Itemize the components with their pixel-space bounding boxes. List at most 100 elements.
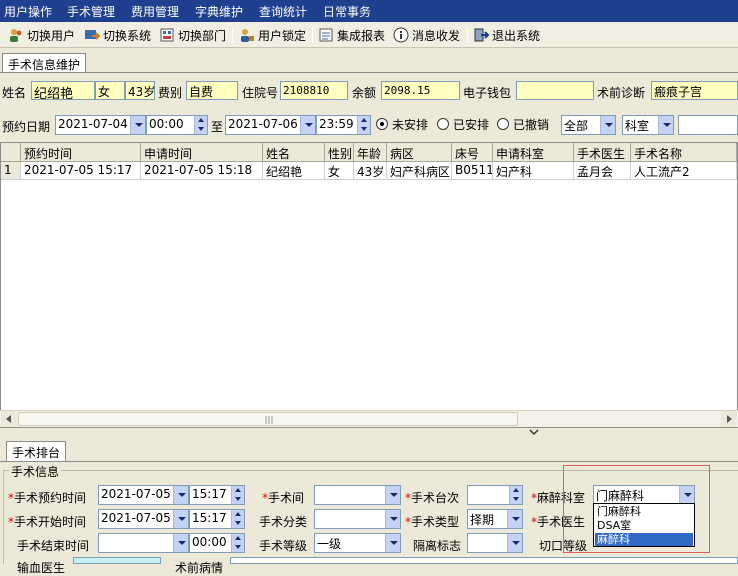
search-input[interactable]: [678, 115, 738, 135]
switch-user-button[interactable]: 切换用户: [8, 25, 75, 45]
chevron-down-icon[interactable]: [130, 116, 145, 134]
column-header[interactable]: 床号: [452, 143, 493, 162]
chevron-down-icon[interactable]: [385, 534, 400, 552]
table-cell: 妇产科: [493, 162, 574, 180]
tab-surgery-scheduling[interactable]: 手术排台: [6, 441, 67, 461]
isolation-select[interactable]: [467, 533, 523, 553]
scope-select[interactable]: 全部: [561, 115, 616, 135]
table-cell: 孟月会: [574, 162, 631, 180]
column-header[interactable]: 年龄: [354, 143, 387, 162]
user-lock-button[interactable]: 用户锁定: [239, 25, 306, 45]
balance-label: 余额: [352, 86, 377, 100]
diagnosis-field[interactable]: 瘢痕子宫: [651, 81, 738, 100]
from-date-picker[interactable]: 2021-07-04: [55, 115, 146, 135]
column-header[interactable]: 申请时间: [141, 143, 263, 162]
spin-arrows-icon[interactable]: [231, 510, 244, 528]
column-header[interactable]: 性别: [325, 143, 354, 162]
horizontal-scrollbar[interactable]: [0, 410, 738, 427]
inpatient-no-field[interactable]: 2108810: [280, 81, 348, 100]
appt-time-value: 15:17: [192, 487, 227, 501]
chevron-down-icon[interactable]: [173, 486, 188, 504]
integrated-report-button[interactable]: 集成报表: [318, 25, 385, 45]
end-time-value: 00:00: [192, 535, 227, 549]
start-time-stepper[interactable]: 15:17: [189, 509, 245, 529]
sequence-stepper[interactable]: [467, 485, 523, 505]
chevron-down-icon[interactable]: [173, 534, 188, 552]
menu-surgery-mgmt[interactable]: 手术管理: [67, 3, 115, 20]
spin-arrows-icon[interactable]: [357, 116, 370, 134]
menu-fee-mgmt[interactable]: 费用管理: [131, 3, 179, 20]
sex-field[interactable]: 女: [95, 81, 125, 100]
exit-button[interactable]: 退出系统: [473, 25, 540, 45]
department-icon: [159, 27, 175, 43]
level-select[interactable]: 一级: [314, 533, 401, 553]
preop-condition-label: 术前病情: [175, 561, 224, 575]
appt-time-label-text: 手术预约时间: [14, 491, 87, 505]
tab-divider: [0, 461, 738, 462]
menu-query-stats[interactable]: 查询统计: [259, 3, 307, 20]
spin-arrows-icon[interactable]: [231, 534, 244, 552]
end-time-stepper[interactable]: 00:00: [189, 533, 245, 553]
switch-dept-button[interactable]: 切换部门: [159, 25, 226, 45]
chevron-down-icon[interactable]: [658, 116, 673, 134]
surgery-grid[interactable]: 预约时间 申请时间 姓名 性别 年龄 病区 床号 申请科室 手术医生 手术名称 …: [0, 142, 738, 428]
room-select[interactable]: [314, 485, 401, 505]
balance-field[interactable]: 2098.15: [381, 81, 460, 100]
radio-unscheduled[interactable]: [376, 118, 388, 130]
grid-corner: [1, 143, 21, 162]
chevron-down-icon[interactable]: [385, 510, 400, 528]
chevron-down-icon[interactable]: [173, 510, 188, 528]
radio-scheduled[interactable]: [437, 118, 449, 130]
splitter[interactable]: [0, 428, 738, 436]
spin-arrows-icon[interactable]: [509, 486, 522, 504]
chevron-down-icon[interactable]: [600, 116, 615, 134]
menu-dict-maint[interactable]: 字典维护: [195, 3, 243, 20]
switch-system-icon: [84, 27, 102, 43]
column-header[interactable]: 预约时间: [21, 143, 141, 162]
scroll-left-icon[interactable]: [1, 411, 17, 427]
start-date-picker[interactable]: 2021-07-05: [98, 509, 189, 529]
column-header[interactable]: 申请科室: [493, 143, 574, 162]
spin-arrows-icon[interactable]: [231, 486, 244, 504]
to-time-stepper[interactable]: 23:59: [316, 115, 371, 135]
appt-time-stepper[interactable]: 15:17: [189, 485, 245, 505]
column-header[interactable]: 病区: [387, 143, 452, 162]
fee-type-field[interactable]: 自费: [186, 81, 238, 100]
user-lock-icon: [239, 27, 255, 43]
name-field[interactable]: 纪绍艳: [31, 81, 95, 100]
tab-surgery-info-maint[interactable]: 手术信息维护: [2, 53, 87, 73]
preop-condition-field[interactable]: [230, 557, 738, 564]
end-date-picker[interactable]: [98, 533, 189, 553]
table-cell: 2021-07-05 15:18: [141, 162, 263, 180]
type-label-text: 手术类型: [411, 515, 460, 529]
switch-system-button[interactable]: 切换系统: [84, 25, 151, 45]
transfusion-field[interactable]: [73, 557, 161, 564]
menu-user-ops[interactable]: 用户操作: [4, 3, 52, 20]
type-select[interactable]: 择期: [467, 509, 523, 529]
scroll-right-icon[interactable]: [721, 411, 737, 427]
spin-arrows-icon[interactable]: [194, 116, 207, 134]
sequence-label-text: 手术台次: [411, 491, 460, 505]
menu-daily-affairs[interactable]: 日常事务: [323, 3, 371, 20]
age-field[interactable]: 43岁: [125, 81, 155, 100]
toolbar-separator: [467, 27, 468, 43]
chevron-down-icon[interactable]: [300, 116, 315, 134]
chevron-down-icon[interactable]: [507, 510, 522, 528]
messages-button[interactable]: 消息收发: [393, 25, 460, 45]
chevron-down-icon[interactable]: [385, 486, 400, 504]
category-label: 手术分类: [259, 515, 308, 529]
to-date-picker[interactable]: 2021-07-06: [225, 115, 316, 135]
from-time-stepper[interactable]: 00:00: [146, 115, 208, 135]
scrollbar-thumb[interactable]: [18, 412, 518, 426]
column-header[interactable]: 手术名称: [631, 143, 737, 162]
table-cell: 人工流产2: [631, 162, 737, 180]
radio-cancelled[interactable]: [497, 118, 509, 130]
column-header[interactable]: 姓名: [263, 143, 325, 162]
dept-select[interactable]: 科室: [622, 115, 674, 135]
wallet-field[interactable]: [516, 81, 594, 100]
chevron-down-icon[interactable]: [507, 534, 522, 552]
appt-date-picker[interactable]: 2021-07-05: [98, 485, 189, 505]
column-header[interactable]: 手术医生: [574, 143, 631, 162]
category-select[interactable]: [314, 509, 401, 529]
appt-time-label: *手术预约时间: [8, 491, 87, 505]
